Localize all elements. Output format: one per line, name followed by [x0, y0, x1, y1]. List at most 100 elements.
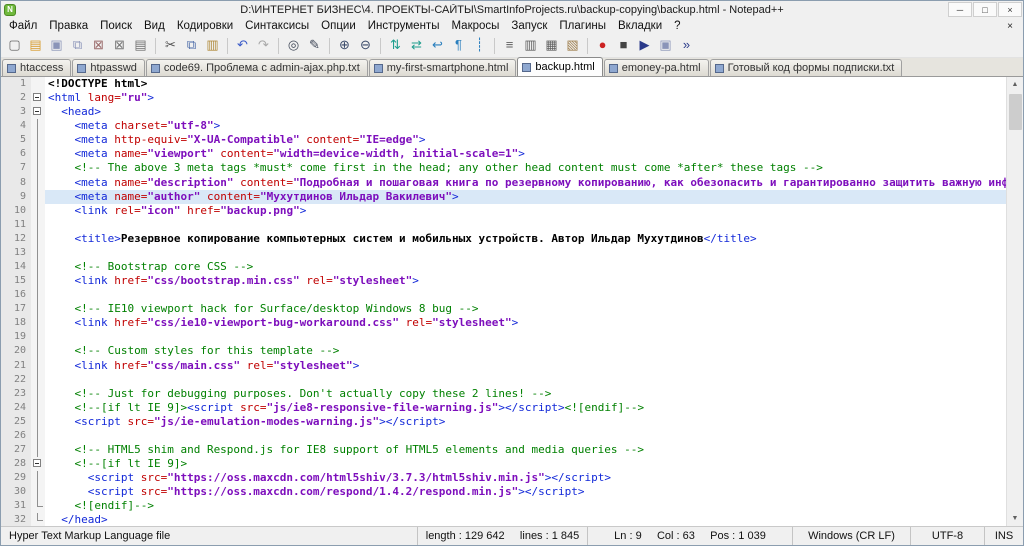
- fold-toggle-icon[interactable]: [31, 457, 45, 472]
- tab[interactable]: emoney-pa.html: [603, 59, 709, 76]
- print-icon[interactable]: ▤: [131, 36, 150, 55]
- fold-toggle-icon[interactable]: [31, 91, 45, 106]
- macro-stop-icon[interactable]: ■: [614, 36, 633, 55]
- menu-item[interactable]: Поиск: [94, 18, 138, 34]
- undo-icon[interactable]: ↶: [233, 36, 252, 55]
- close-file-icon[interactable]: ⊠: [89, 36, 108, 55]
- tab[interactable]: htaccess: [2, 59, 72, 76]
- sync-vertical-scroll-icon[interactable]: ⇅: [386, 36, 405, 55]
- redo-icon[interactable]: ↷: [254, 36, 273, 55]
- scroll-up-icon[interactable]: ▲: [1007, 77, 1023, 92]
- editor-line[interactable]: 26: [1, 428, 1006, 444]
- menu-item[interactable]: Плагины: [553, 18, 612, 34]
- macro-save-icon[interactable]: ▣: [656, 36, 675, 55]
- editor-line[interactable]: 12 <title>Резервное копирование компьюте…: [1, 231, 1006, 247]
- editor-line[interactable]: 2 <html lang="ru">: [1, 91, 1006, 106]
- function-list-icon[interactable]: ≡: [500, 36, 519, 55]
- status-eol-format[interactable]: Windows (CR LF): [793, 527, 911, 545]
- editor-line[interactable]: 28 <!--[if lt IE 9]>: [1, 457, 1006, 472]
- editor-line[interactable]: 4 <meta charset="utf-8">: [1, 119, 1006, 134]
- minimize-button[interactable]: ─: [948, 2, 972, 17]
- editor-line[interactable]: 20 <!-- Custom styles for this template …: [1, 344, 1006, 359]
- fold-toggle-icon[interactable]: [31, 105, 45, 120]
- menu-item[interactable]: Кодировки: [171, 18, 239, 34]
- editor-line[interactable]: 24 <!--[if lt IE 9]><script src="js/ie8-…: [1, 400, 1006, 415]
- document-map-icon[interactable]: ▥: [521, 36, 540, 55]
- close-button[interactable]: ×: [998, 2, 1022, 17]
- find-icon[interactable]: ◎: [284, 36, 303, 55]
- status-insert-mode[interactable]: INS: [985, 527, 1023, 545]
- menu-item[interactable]: Инструменты: [362, 18, 446, 34]
- zoom-in-icon[interactable]: ⊕: [335, 36, 354, 55]
- menu-item[interactable]: Синтаксисы: [239, 18, 315, 34]
- cut-icon[interactable]: ✂: [161, 36, 180, 55]
- editor-line[interactable]: 8 <meta name="description" content="Подр…: [1, 175, 1006, 190]
- editor-line[interactable]: 18 <link href="css/ie10-viewport-bug-wor…: [1, 316, 1006, 331]
- status-encoding[interactable]: UTF-8: [911, 527, 985, 545]
- editor-line[interactable]: 30 <script src="https://oss.maxcdn.com/r…: [1, 485, 1006, 500]
- editor-line[interactable]: 3 <head>: [1, 105, 1006, 120]
- menu-item[interactable]: Вкладки: [612, 18, 668, 34]
- editor-line[interactable]: 15 <link href="css/bootstrap.min.css" re…: [1, 274, 1006, 289]
- scroll-down-icon[interactable]: ▼: [1007, 511, 1023, 526]
- tab[interactable]: my-first-smartphone.html: [368, 59, 517, 76]
- save-all-icon[interactable]: ⧉: [68, 36, 87, 55]
- editor-line[interactable]: 14 <!-- Bootstrap core CSS -->: [1, 260, 1006, 275]
- new-file-icon[interactable]: ▢: [5, 36, 24, 55]
- open-folder-icon[interactable]: ▤: [26, 36, 45, 55]
- editor-line[interactable]: 27 <!-- HTML5 shim and Respond.js for IE…: [1, 443, 1006, 458]
- editor-line[interactable]: 22: [1, 372, 1006, 387]
- macro-play-icon[interactable]: ▶: [635, 36, 654, 55]
- editor-line[interactable]: 29 <script src="https://oss.maxcdn.com/h…: [1, 471, 1006, 486]
- sync-horizontal-scroll-icon[interactable]: ⇄: [407, 36, 426, 55]
- editor-line[interactable]: 25 <script src="js/ie-emulation-modes-wa…: [1, 414, 1006, 430]
- editor-area[interactable]: 1 <!DOCTYPE html> 2 <html lang="ru"> 3 <head…: [1, 77, 1023, 526]
- copy-icon[interactable]: ⧉: [182, 36, 201, 55]
- editor-line[interactable]: 23 <!-- Just for debugging purposes. Don…: [1, 386, 1006, 401]
- editor-line[interactable]: 21 <link href="css/main.css" rel="styles…: [1, 358, 1006, 373]
- menu-item[interactable]: Запуск: [505, 18, 553, 34]
- editor-line[interactable]: 19: [1, 330, 1006, 345]
- folder-as-workspace-icon[interactable]: ▧: [563, 36, 582, 55]
- editor-line[interactable]: 31 <![endif]-->: [1, 499, 1006, 514]
- replace-icon[interactable]: ✎: [305, 36, 324, 55]
- tab[interactable]: Готовый код формы подписки.txt: [709, 59, 903, 76]
- editor-line[interactable]: 10 <link rel="icon" href="backup.png">: [1, 203, 1006, 218]
- macro-record-icon[interactable]: ●: [593, 36, 612, 55]
- menu-item[interactable]: Вид: [138, 18, 171, 34]
- editor-line[interactable]: 13: [1, 245, 1006, 261]
- line-number: 5: [1, 133, 31, 148]
- menu-item[interactable]: Файл: [3, 18, 43, 34]
- close-all-icon[interactable]: ⊠: [110, 36, 129, 55]
- editor-line[interactable]: 5 <meta http-equiv="X-UA-Compatible" con…: [1, 133, 1006, 148]
- show-all-characters-icon[interactable]: ¶: [449, 36, 468, 55]
- menu-item[interactable]: ?: [668, 18, 686, 34]
- tab[interactable]: backup.html: [517, 57, 603, 76]
- document-list-icon[interactable]: ▦: [542, 36, 561, 55]
- zoom-out-icon[interactable]: ⊖: [356, 36, 375, 55]
- macro-run-multiple-icon[interactable]: »: [677, 36, 696, 55]
- tab[interactable]: code69. Проблема с admin-ajax.php.txt: [145, 59, 368, 76]
- tab[interactable]: htpasswd: [72, 59, 145, 76]
- indent-guide-icon[interactable]: ┊: [470, 36, 489, 55]
- vertical-scrollbar[interactable]: ▲ ▼: [1006, 77, 1023, 526]
- editor-line[interactable]: 32 </head>: [1, 513, 1006, 526]
- editor-line[interactable]: 1 <!DOCTYPE html>: [1, 77, 1006, 92]
- paste-icon[interactable]: ▥: [203, 36, 222, 55]
- menu-item[interactable]: Правка: [43, 18, 94, 34]
- scrollbar-thumb[interactable]: [1009, 94, 1022, 130]
- menu-item[interactable]: Макросы: [445, 18, 505, 34]
- menu-item[interactable]: Опции: [315, 18, 362, 34]
- editor-line[interactable]: 9 <meta name="author" content="Мухутдино…: [1, 189, 1006, 204]
- line-number: 30: [1, 485, 31, 500]
- save-file-icon[interactable]: ▣: [47, 36, 66, 55]
- tab-label: htaccess: [20, 62, 64, 74]
- editor-line[interactable]: 17 <!-- IE10 viewport hack for Surface/d…: [1, 302, 1006, 317]
- menubar-close-button[interactable]: ×: [1003, 21, 1017, 32]
- editor-line[interactable]: 6 <meta name="viewport" content="width=d…: [1, 147, 1006, 162]
- word-wrap-icon[interactable]: ↩: [428, 36, 447, 55]
- editor-line[interactable]: 16: [1, 288, 1006, 303]
- maximize-button[interactable]: □: [973, 2, 997, 17]
- editor-line[interactable]: 7 <!-- The above 3 meta tags *must* come…: [1, 161, 1006, 176]
- editor-line[interactable]: 11: [1, 217, 1006, 232]
